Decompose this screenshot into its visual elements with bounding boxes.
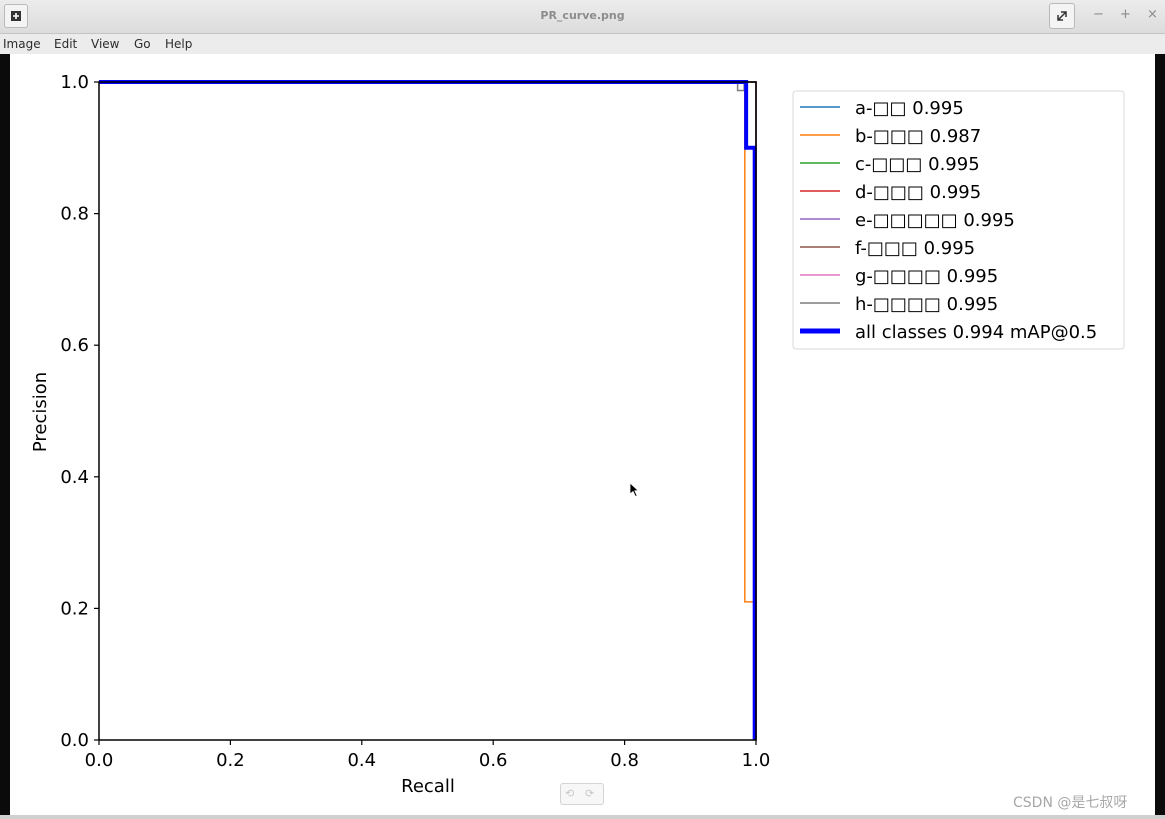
x-axis-label: Recall — [401, 776, 455, 797]
legend-label-7: h-□□□□ 0.995 — [855, 294, 998, 315]
legend-label-0: a-□□ 0.995 — [855, 98, 964, 119]
legend-label-4: e-□□□□□ 0.995 — [855, 210, 1015, 231]
y-axis-label: Precision — [30, 372, 51, 452]
legend-label-3: d-□□□ 0.995 — [855, 182, 981, 203]
rotate-right-icon[interactable]: ⟳ — [585, 787, 594, 800]
legend-label-6: g-□□□□ 0.995 — [855, 266, 998, 287]
legend-label-2: c-□□□ 0.995 — [855, 154, 980, 175]
x-tick-label: 0.2 — [216, 750, 245, 771]
y-tick-label: 0.8 — [60, 204, 89, 225]
x-tick-label: 1.0 — [742, 750, 771, 771]
x-tick-label: 0.6 — [479, 750, 508, 771]
x-tick-label: 0.0 — [85, 750, 114, 771]
rotate-controls: ⟲ ⟳ — [560, 783, 604, 805]
rotate-left-icon[interactable]: ⟲ — [565, 787, 574, 800]
pr-curve-chart: 0.0 0.2 0.4 0.6 0.8 1.0 0.0 0.2 0.4 0.6 0.8 1.0 Rec… — [30, 72, 1125, 797]
x-tick-label: 0.4 — [347, 750, 376, 771]
y-tick-label: 0.2 — [60, 598, 89, 619]
y-tick-label: 1.0 — [60, 72, 89, 93]
y-tick-label: 0.4 — [60, 467, 89, 488]
y-tick-label: 0.6 — [60, 335, 89, 356]
y-tick-label: 0.0 — [60, 730, 89, 751]
csdn-watermark: CSDN @是七叔呀 — [1013, 795, 1128, 811]
legend-label-8: all classes 0.994 mAP@0.5 — [855, 322, 1097, 343]
x-tick-label: 0.8 — [610, 750, 639, 771]
legend-label-5: f-□□□ 0.995 — [855, 238, 975, 259]
legend-label-1: b-□□□ 0.987 — [855, 126, 981, 147]
mouse-pointer-icon — [629, 482, 640, 498]
plot-area — [99, 82, 756, 740]
legend: a-□□ 0.995 b-□□□ 0.987 c-□□□ 0.995 d-□□□ 0.… — [792, 90, 1125, 350]
